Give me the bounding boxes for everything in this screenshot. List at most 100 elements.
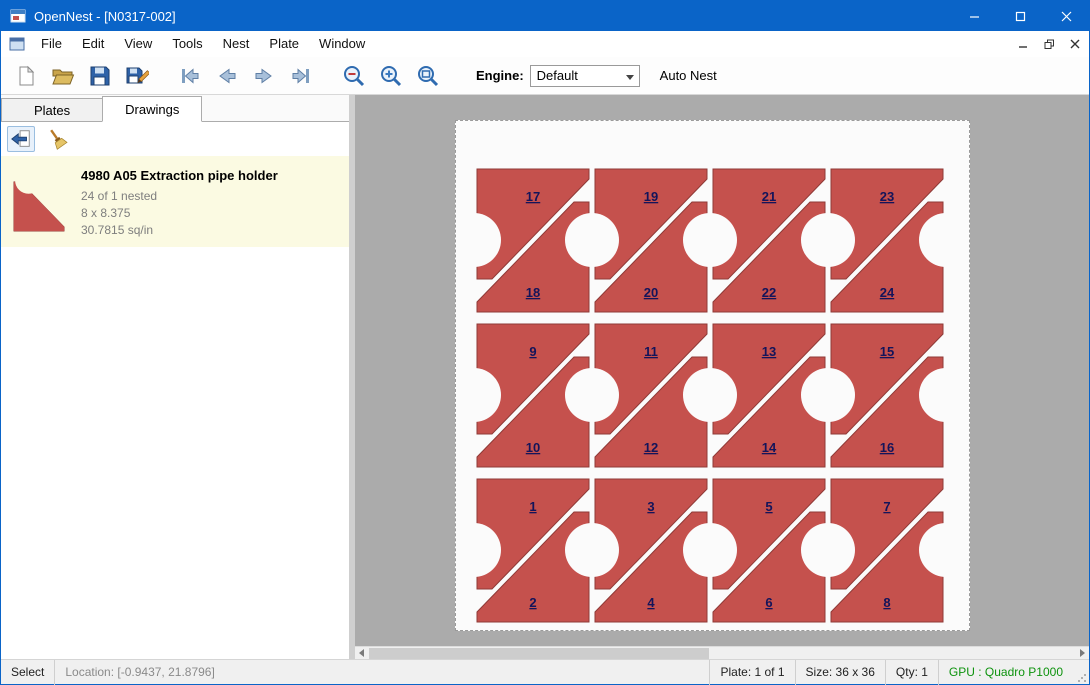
close-button[interactable] [1043, 1, 1089, 31]
maximize-button[interactable] [997, 1, 1043, 31]
mdi-restore-button[interactable] [1037, 34, 1061, 54]
document-icon [9, 37, 25, 51]
part-number[interactable]: 18 [526, 285, 540, 300]
save-edit-button[interactable] [118, 60, 155, 92]
replace-drawing-button[interactable] [7, 126, 35, 152]
part-number[interactable]: 21 [762, 189, 776, 204]
part-number[interactable]: 4 [647, 595, 655, 610]
chevron-down-icon [626, 75, 634, 80]
mdi-close-button[interactable] [1063, 34, 1087, 54]
app-window: OpenNest - [N0317-002] File Edit View To… [0, 0, 1090, 685]
open-file-button[interactable] [44, 60, 81, 92]
part-number[interactable]: 3 [647, 499, 654, 514]
status-mode: Select [1, 660, 54, 685]
status-plate: Plate: 1 of 1 [709, 660, 794, 685]
tabstrip: Plates Drawings [1, 95, 349, 122]
zoom-tool-group [335, 60, 446, 92]
auto-nest-button[interactable]: Auto Nest [660, 68, 717, 83]
drawing-nested-count: 24 of 1 nested [81, 188, 278, 205]
part-number[interactable]: 11 [644, 344, 658, 359]
status-qty: Qty: 1 [885, 660, 938, 685]
part-number[interactable]: 12 [644, 440, 658, 455]
part-number[interactable]: 16 [880, 440, 894, 455]
status-right-group: Plate: 1 of 1 Size: 36 x 36 Qty: 1 GPU :… [709, 660, 1089, 685]
part-number[interactable]: 2 [529, 595, 536, 610]
part-number[interactable]: 20 [644, 285, 658, 300]
minimize-button[interactable] [951, 1, 997, 31]
part-circle-cutout [683, 368, 737, 422]
part-circle-cutout [801, 523, 855, 577]
part-number[interactable]: 5 [765, 499, 772, 514]
drawing-size: 8 x 8.375 [81, 205, 278, 222]
engine-select[interactable]: Default [530, 65, 640, 87]
part-thumbnail [11, 164, 67, 234]
tab-drawings[interactable]: Drawings [102, 96, 202, 122]
app-icon [10, 8, 26, 24]
menu-tools[interactable]: Tools [162, 33, 212, 55]
tab-plates[interactable]: Plates [1, 98, 103, 122]
horizontal-scrollbar[interactable] [355, 646, 1089, 659]
mdi-minimize-button[interactable] [1011, 34, 1035, 54]
scrollbar-thumb[interactable] [369, 648, 709, 659]
plate[interactable]: 171819202122232491011121314151612345678 [455, 120, 970, 631]
part-circle-cutout [683, 523, 737, 577]
menubar: File Edit View Tools Nest Plate Window [1, 31, 1089, 57]
drawing-info: 4980 A05 Extraction pipe holder 24 of 1 … [81, 164, 278, 239]
status-gpu: GPU : Quadro P1000 [938, 660, 1073, 685]
engine-label: Engine: [476, 68, 524, 83]
menu-file[interactable]: File [31, 33, 72, 55]
part-number[interactable]: 23 [880, 189, 894, 204]
scroll-right-icon[interactable] [1076, 647, 1089, 659]
content: Plates Drawings [1, 95, 1089, 659]
file-tool-group [7, 60, 155, 92]
part-number[interactable]: 14 [762, 440, 777, 455]
statusbar: Select Location: [-0.9437, 21.8796] Plat… [1, 659, 1089, 684]
menu-view[interactable]: View [114, 33, 162, 55]
part-number[interactable]: 13 [762, 344, 776, 359]
previous-plate-button[interactable] [208, 60, 245, 92]
status-size: Size: 36 x 36 [795, 660, 885, 685]
part-number[interactable]: 6 [765, 595, 772, 610]
status-location: Location: [-0.9437, 21.8796] [54, 660, 224, 685]
part-circle-cutout [801, 213, 855, 267]
part-number[interactable]: 7 [883, 499, 890, 514]
resize-grip[interactable] [1073, 660, 1089, 685]
part-number[interactable]: 22 [762, 285, 776, 300]
clear-broom-button[interactable] [43, 126, 71, 152]
titlebar: OpenNest - [N0317-002] [1, 1, 1089, 31]
menu-edit[interactable]: Edit [72, 33, 114, 55]
scroll-left-icon[interactable] [355, 647, 368, 659]
drawing-list-item[interactable]: 4980 A05 Extraction pipe holder 24 of 1 … [1, 156, 349, 247]
engine-value: Default [537, 68, 578, 83]
menu-nest[interactable]: Nest [213, 33, 260, 55]
part-number[interactable]: 19 [644, 189, 658, 204]
part-number[interactable]: 8 [883, 595, 890, 610]
part-number[interactable]: 24 [880, 285, 895, 300]
menu-plate[interactable]: Plate [259, 33, 309, 55]
window-title: OpenNest - [N0317-002] [34, 9, 176, 24]
drawing-title: 4980 A05 Extraction pipe holder [81, 168, 278, 183]
drawing-list: 4980 A05 Extraction pipe holder 24 of 1 … [1, 156, 349, 659]
zoom-fit-button[interactable] [409, 60, 446, 92]
part-circle-cutout [565, 213, 619, 267]
part-circle-cutout [565, 368, 619, 422]
new-file-button[interactable] [7, 60, 44, 92]
next-plate-button[interactable] [245, 60, 282, 92]
part-number[interactable]: 17 [526, 189, 540, 204]
first-plate-button[interactable] [171, 60, 208, 92]
part-circle-cutout [683, 213, 737, 267]
part-circle-cutout [801, 368, 855, 422]
part-number[interactable]: 10 [526, 440, 540, 455]
menu-window[interactable]: Window [309, 33, 375, 55]
part-number[interactable]: 15 [880, 344, 894, 359]
zoom-in-button[interactable] [372, 60, 409, 92]
part-number[interactable]: 1 [529, 499, 536, 514]
nest-canvas[interactable]: 171819202122232491011121314151612345678 [355, 95, 1089, 659]
part-number[interactable]: 9 [529, 344, 536, 359]
nav-tool-group [171, 60, 319, 92]
last-plate-button[interactable] [282, 60, 319, 92]
zoom-out-button[interactable] [335, 60, 372, 92]
save-button[interactable] [81, 60, 118, 92]
toolbar: Engine: Default Auto Nest [1, 57, 1089, 95]
part-circle-cutout [565, 523, 619, 577]
